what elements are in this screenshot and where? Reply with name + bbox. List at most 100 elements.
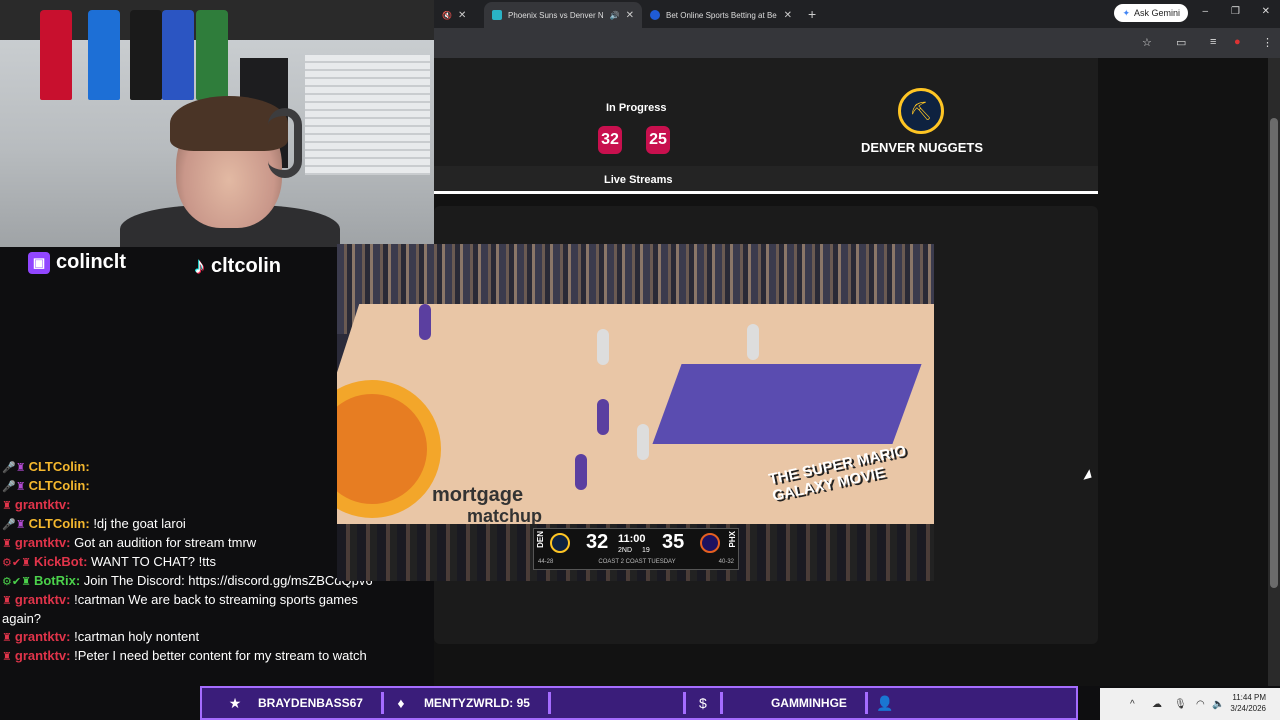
- suns-badge-icon: [700, 533, 720, 553]
- chat-text: !dj the goat laroi: [89, 516, 186, 531]
- divider: [719, 692, 723, 714]
- system-tray: ^ ☁ 🎙 ◠ 🔈 11:44 PM 3/24/2026: [1100, 688, 1280, 720]
- chat-username[interactable]: grantktv:: [15, 535, 71, 550]
- divider: [547, 692, 551, 714]
- tab-phoenix-suns[interactable]: Phoenix Suns vs Denver Nu 🔊 ✕: [484, 2, 642, 28]
- chat-username[interactable]: CLTColin:: [29, 478, 90, 493]
- chat-badge-icon: 🎤♜: [2, 519, 26, 531]
- jersey-black: [130, 10, 162, 100]
- maximize-button[interactable]: ❐: [1231, 6, 1240, 17]
- player: [419, 304, 431, 340]
- mic-icon[interactable]: 🎙: [1174, 699, 1187, 710]
- divider: [864, 692, 868, 714]
- clock-time: 11:44 PM: [1232, 693, 1266, 702]
- speaker-icon[interactable]: 🔊: [610, 11, 620, 20]
- diamond-icon: ♦: [397, 695, 405, 711]
- chat-username[interactable]: grantktv:: [15, 629, 71, 644]
- scorebug-shot-clock: 19: [642, 547, 650, 554]
- nuggets-logo-icon: ⛏: [898, 88, 944, 134]
- scorebug-score-right: 35: [662, 531, 685, 553]
- chat-username[interactable]: KickBot:: [34, 554, 87, 569]
- ticker-item-4: GAMMINHGE: [770, 696, 847, 710]
- jersey-green: [196, 10, 228, 100]
- chat-username[interactable]: grantktv:: [15, 497, 71, 512]
- bookmark-star-icon[interactable]: ☆: [1142, 36, 1152, 49]
- tiktok-handle: ♪ cltcolin: [194, 253, 281, 279]
- player: [637, 424, 649, 460]
- player: [597, 399, 609, 435]
- jersey-blue: [88, 10, 120, 100]
- divider: [380, 692, 384, 714]
- close-icon[interactable]: ✕: [458, 10, 466, 21]
- wifi-icon[interactable]: ◠: [1196, 699, 1205, 710]
- chat-badge-icon: ♜: [2, 632, 12, 644]
- chat-username[interactable]: CLTColin:: [29, 459, 90, 474]
- site-favicon-icon: [650, 10, 660, 20]
- twitch-handle: ▣ colinclt: [28, 251, 126, 274]
- player: [597, 329, 609, 365]
- player: [575, 454, 587, 490]
- chat-username[interactable]: grantktv:: [15, 592, 71, 607]
- twitch-icon: ▣: [28, 251, 50, 274]
- chat-badge-icon: 🎤♜: [2, 462, 26, 474]
- menu-kebab-icon[interactable]: ⋮: [1262, 36, 1273, 49]
- cast-icon[interactable]: ▭: [1176, 36, 1186, 49]
- close-window-button[interactable]: ✕: [1262, 6, 1270, 17]
- ask-gemini-button[interactable]: ✦ Ask Gemini: [1114, 4, 1188, 22]
- volume-icon[interactable]: 🔈: [1212, 699, 1224, 710]
- onedrive-icon[interactable]: ☁: [1152, 699, 1162, 710]
- chevron-up-icon[interactable]: ^: [1130, 699, 1135, 710]
- tab-title: Bet Online Sports Betting at Be: [666, 10, 777, 20]
- scorebug-score-left: 32: [586, 531, 609, 553]
- arena-sponsor-text: mortgage: [432, 484, 524, 506]
- player: [747, 324, 759, 360]
- chat-badge-icon: ♜: [2, 500, 12, 512]
- clock-date: 3/24/2026: [1230, 704, 1266, 713]
- scrollbar[interactable]: [1268, 58, 1280, 686]
- scrollbar-thumb[interactable]: [1270, 118, 1278, 588]
- twitch-handle-text: colinclt: [56, 251, 127, 273]
- mute-icon: 🔇: [442, 10, 452, 20]
- profile-avatar-icon[interactable]: ●: [1234, 36, 1241, 48]
- live-streams-label: Live Streams: [604, 174, 673, 186]
- close-icon[interactable]: ✕: [626, 10, 634, 21]
- chat-badge-icon: ♜: [2, 595, 12, 607]
- headset: [268, 108, 302, 178]
- tab-bet-online[interactable]: Bet Online Sports Betting at Be ✕: [642, 2, 800, 28]
- chat-message: ♜ grantktv: !cartman We are back to strea…: [0, 591, 400, 628]
- chat-message: ♜ grantktv: !Peter I need better content …: [0, 647, 400, 666]
- star-icon: ★: [228, 694, 242, 711]
- scorebug-team-right: PHX: [728, 531, 737, 548]
- chat-username[interactable]: BotRix:: [34, 573, 80, 588]
- gemini-icon: ✦: [1122, 7, 1130, 18]
- chat-text: Got an audition for stream tmrw: [70, 535, 257, 550]
- scorebug-footer: COAST 2 COAST TUESDAY: [598, 559, 676, 565]
- ticker-item-1: BRAYDENBASS67: [258, 696, 363, 710]
- chat-username[interactable]: CLTColin:: [29, 516, 90, 531]
- score-right: 25: [646, 126, 670, 154]
- chat-text: Join The Discord: https://discord.gg/msZ…: [80, 573, 373, 588]
- nuggets-badge-icon: [550, 533, 570, 553]
- score-header: In Progress 32 25 ⛏ DENVER NUGGETS: [434, 58, 1098, 166]
- chat-badge-icon: 🎤♜: [2, 481, 26, 493]
- chat-badge-icon: ♜: [2, 538, 12, 550]
- new-tab-button[interactable]: +: [800, 6, 824, 22]
- divider: [682, 692, 686, 714]
- team-name: DENVER NUGGETS: [860, 140, 984, 155]
- tab-muted[interactable]: 🔇 ✕: [434, 2, 484, 28]
- video-player[interactable]: mortgage matchup THE SUPER MARIO GALAXY …: [337, 244, 934, 581]
- browser-toolbar: ☆ ▭ ≡ ● ⋮: [434, 28, 1280, 58]
- taskbar-clock[interactable]: 11:44 PM 3/24/2026: [1230, 692, 1266, 714]
- media-controls-icon[interactable]: ≡: [1210, 36, 1216, 48]
- stream-ticker-bar: ★ BRAYDENBASS67 ♦ MENTYZWRLD: 95 $ GAMMI…: [200, 686, 1078, 720]
- tab-live-streams[interactable]: Live Streams: [434, 166, 1098, 194]
- ticker-item-2: MENTYZWRLD: 95: [423, 696, 530, 710]
- scorebug-record-right: 40-32: [718, 559, 734, 565]
- court-paint: [652, 364, 922, 444]
- chat-username[interactable]: grantktv:: [15, 648, 71, 663]
- chat-badge-icon: ⚙✔♜: [2, 576, 31, 588]
- tiktok-icon: ♪: [194, 253, 205, 278]
- close-icon[interactable]: ✕: [784, 10, 792, 21]
- minimize-button[interactable]: –: [1202, 6, 1208, 17]
- site-favicon-icon: [492, 10, 502, 20]
